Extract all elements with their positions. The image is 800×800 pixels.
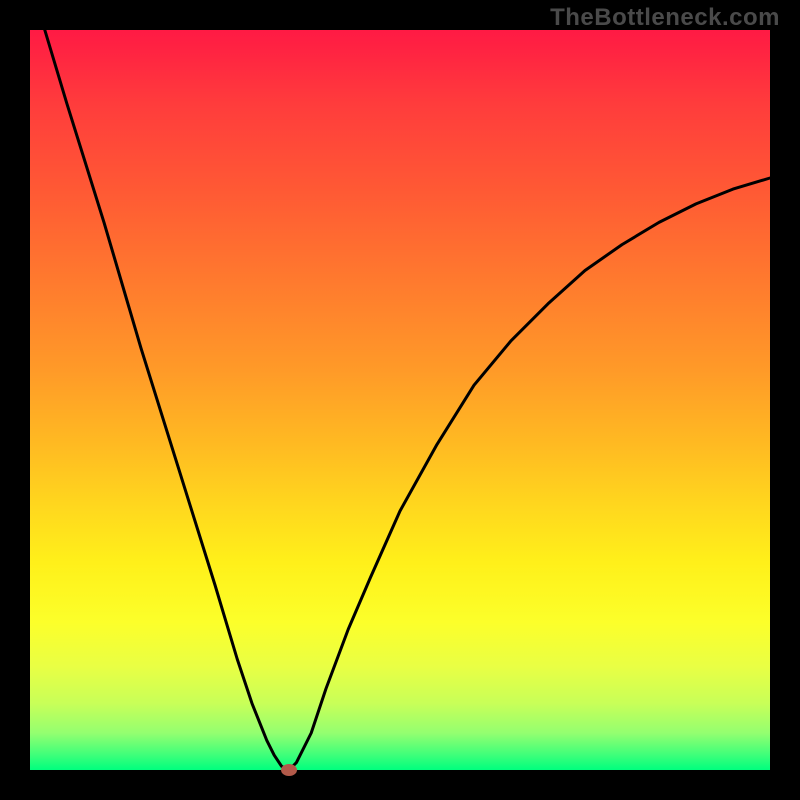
curve-svg — [30, 30, 770, 770]
plot-area — [30, 30, 770, 770]
watermark-text: TheBottleneck.com — [550, 4, 780, 32]
chart-frame: TheBottleneck.com — [0, 0, 800, 800]
minimum-marker — [281, 764, 297, 776]
bottleneck-curve — [45, 30, 770, 770]
